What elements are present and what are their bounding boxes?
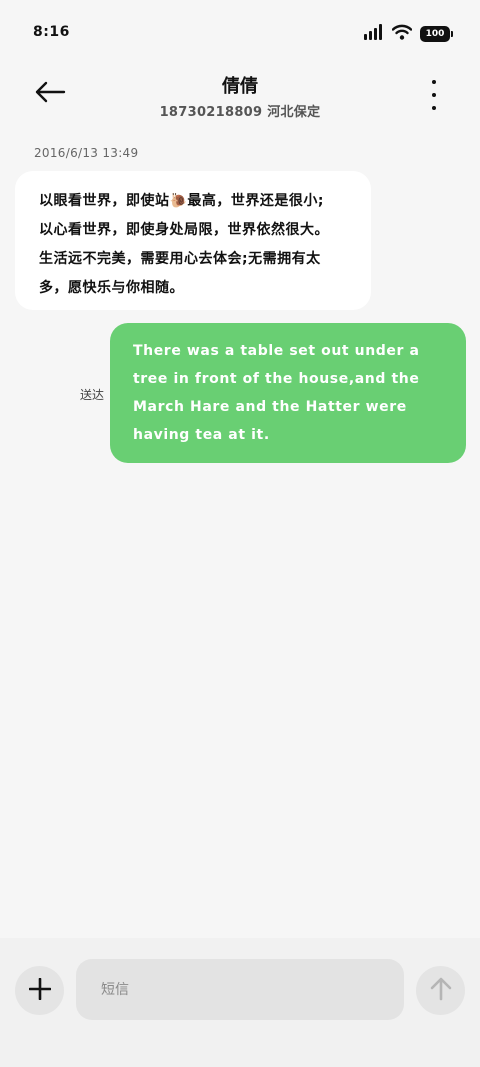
conversation-header: 倩倩 18730218809 河北保定 [0,64,480,130]
message-timestamp: 2016/6/13 13:49 [34,146,139,160]
battery-level: 100 [425,29,445,39]
status-bar: 8:16 100 [0,0,480,64]
plus-icon [28,977,51,1004]
more-vertical-icon-dot [432,80,436,84]
message-line: 多，愿快乐与你相随。 [39,280,184,296]
more-vertical-icon-dot [432,106,436,110]
contact-number-location: 18730218809 河北保定 [159,105,321,120]
outgoing-message-bubble[interactable]: There was a table set out under a tree i… [110,323,466,463]
message-line: tree in front of the house,and the [133,371,420,387]
delivery-status: 送达 [80,388,105,402]
message-line: 以眼看世界，即使站🐌最高，世界还是很小; [39,193,325,209]
message-line: having tea at it. [133,427,270,443]
incoming-message-bubble[interactable]: 以眼看世界，即使站🐌最高，世界还是很小; 以心看世界，即使身处局限，世界依然很大… [15,171,371,310]
send-arrow-icon [430,977,452,1005]
message-line: 生活远不完美，需要用心去体会;无需拥有太 [39,251,321,267]
send-button[interactable] [416,966,465,1015]
message-line: There was a table set out under a [133,343,420,359]
signal-icon [364,24,384,44]
more-options-button[interactable] [422,80,446,110]
more-vertical-icon-dot [432,93,436,97]
battery-icon: 100 [420,26,453,42]
status-time: 8:16 [33,24,70,40]
message-line: 以心看世界，即使身处局限，世界依然很大。 [39,222,329,238]
contact-name: 倩倩 [222,76,258,97]
message-composer [0,938,480,1067]
status-icons: 100 [364,24,453,44]
message-line: March Hare and the Hatter were [133,399,407,415]
sms-input[interactable] [76,959,404,1020]
wifi-icon [391,24,413,44]
add-attachment-button[interactable] [15,966,64,1015]
